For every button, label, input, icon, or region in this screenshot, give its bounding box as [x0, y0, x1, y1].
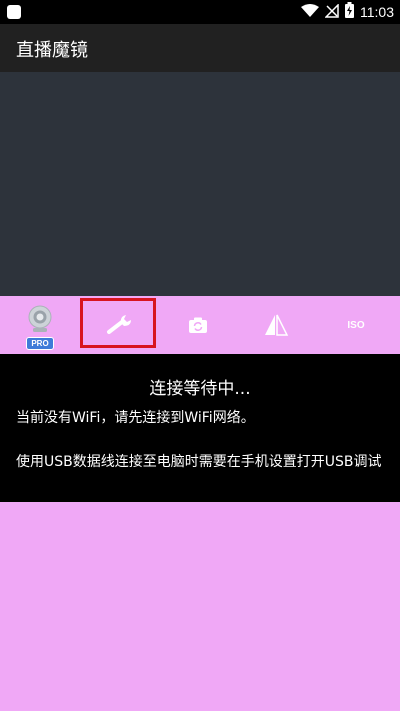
notification-square-icon — [6, 4, 22, 20]
pro-badge: PRO — [26, 337, 54, 350]
status-time: 11:03 — [360, 4, 394, 20]
connection-status-title: 连接等待中... — [149, 379, 251, 399]
toolbar: ISO — [0, 296, 400, 354]
battery-charging-icon — [345, 2, 354, 22]
status-bar: 11:03 — [0, 0, 400, 24]
mirror-flip-icon — [263, 313, 289, 337]
connection-info-panel: 连接等待中... 当前没有WiFi，请先连接到WiFi网络。 使用USB数据线连… — [0, 354, 400, 502]
app-bar: 直播魔镜 — [0, 24, 400, 72]
wifi-message: 当前没有WiFi，请先连接到WiFi网络。 — [16, 410, 255, 426]
wrench-icon — [105, 313, 135, 337]
usb-message: 使用USB数据线连接至电脑时需要在手机设置打开USB调试 — [16, 454, 382, 470]
no-signal-icon — [324, 2, 339, 22]
camera-switch-icon — [188, 316, 208, 334]
mirror-flip-button[interactable] — [236, 296, 316, 354]
wifi-icon — [301, 3, 319, 22]
webcam-icon — [25, 304, 55, 334]
camera-preview[interactable] — [0, 72, 400, 296]
app-title: 直播魔镜 — [16, 40, 88, 61]
settings-wrench-button[interactable] — [80, 296, 160, 354]
iso-icon: ISO — [347, 319, 365, 331]
switch-camera-button[interactable] — [158, 296, 238, 354]
iso-button[interactable]: ISO — [316, 296, 396, 354]
